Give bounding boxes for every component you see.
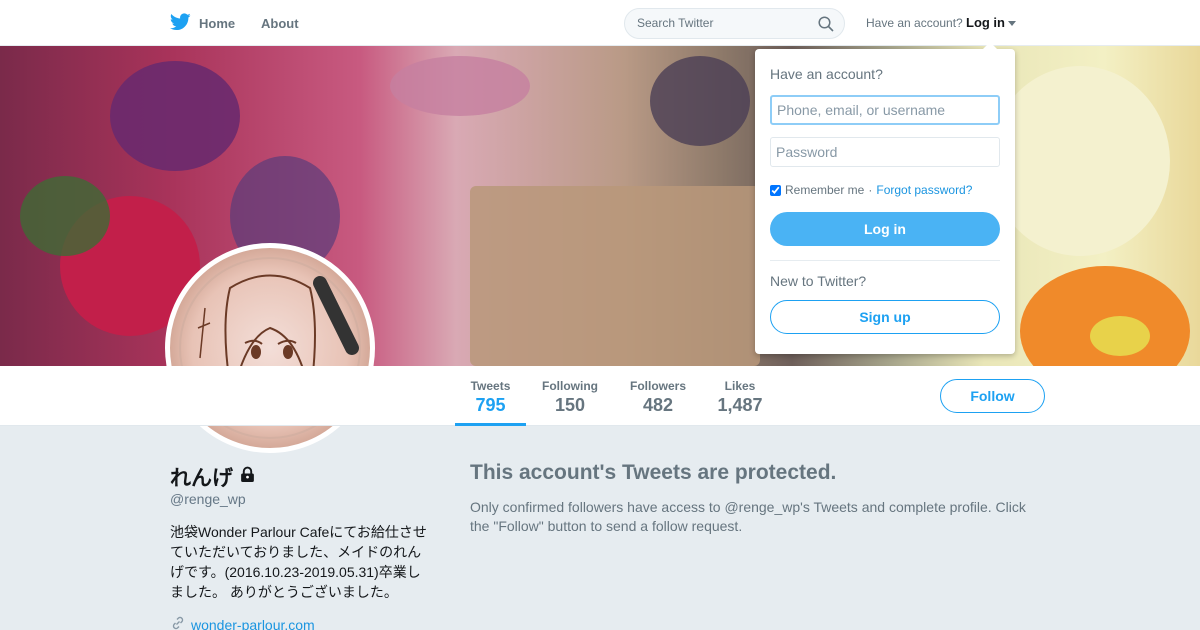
lock-icon: [239, 465, 256, 489]
stat-likes[interactable]: Likes 1,487: [710, 379, 770, 416]
search-box[interactable]: [624, 8, 845, 39]
stat-following-value: 150: [554, 395, 586, 415]
follow-button[interactable]: Follow: [940, 379, 1045, 413]
profile-name-text: れんげ: [170, 467, 233, 490]
stat-tweets-label: Tweets: [470, 379, 511, 393]
stat-tweets-value: 795: [475, 395, 506, 415]
remember-separator: ·: [868, 183, 873, 197]
stat-followers[interactable]: Followers 482: [622, 379, 694, 416]
remember-row: Remember me · Forgot password?: [770, 183, 972, 197]
dropdown-caret: [982, 42, 998, 50]
caret-down-icon: [1008, 15, 1016, 30]
nav-about-link[interactable]: About: [261, 16, 299, 31]
profile-nav-bar: Tweets 795 Following 150 Followers 482 L…: [0, 366, 1200, 426]
protected-title: This account's Tweets are protected.: [470, 461, 837, 484]
remember-me-checkbox[interactable]: [770, 184, 781, 196]
profile-url-link[interactable]: wonder-parlour.com: [170, 615, 315, 630]
search-input[interactable]: [637, 16, 807, 30]
profile-url-text: wonder-parlour.com: [191, 616, 315, 630]
stat-following-label: Following: [542, 379, 598, 393]
twitter-bird-icon: [169, 13, 191, 34]
stat-likes-label: Likes: [724, 379, 756, 393]
signup-button[interactable]: Sign up: [770, 300, 1000, 334]
account-prompt: Have an account?: [866, 16, 963, 30]
nav-home-label: Home: [199, 16, 236, 31]
search-icon[interactable]: [818, 16, 834, 37]
profile-bio: 池袋Wonder Parlour Cafeにてお給仕させていただいておりました、…: [170, 524, 427, 600]
stat-followers-value: 482: [642, 395, 674, 415]
new-to-twitter-prompt: New to Twitter?: [770, 273, 867, 289]
dropdown-divider: [770, 260, 1000, 261]
stat-following[interactable]: Following 150: [534, 379, 606, 416]
login-submit-button[interactable]: Log in: [770, 212, 1000, 246]
link-icon: [170, 615, 186, 630]
profile-handle[interactable]: @renge_wp: [170, 491, 246, 507]
profile-name: れんげ: [170, 462, 256, 492]
remember-me-label[interactable]: Remember me: [785, 183, 864, 197]
password-input[interactable]: [770, 137, 1000, 167]
nav-home-link[interactable]: Home: [169, 13, 236, 34]
login-link-label: Log in: [966, 15, 1005, 30]
top-nav: Home About Have an account? Log in: [0, 0, 1200, 46]
login-menu-toggle[interactable]: Log in: [966, 15, 1016, 30]
forgot-password-link[interactable]: Forgot password?: [876, 183, 972, 197]
stat-likes-value: 1,487: [717, 395, 763, 415]
username-input[interactable]: [770, 95, 1000, 125]
active-tab-indicator: [455, 423, 526, 426]
login-dropdown: Have an account? Remember me · Forgot pa…: [755, 42, 1015, 354]
stat-tweets[interactable]: Tweets 795: [455, 379, 526, 416]
dropdown-heading: Have an account?: [770, 66, 883, 82]
protected-description: Only confirmed followers have access to …: [470, 499, 1026, 534]
stat-followers-label: Followers: [629, 379, 686, 393]
